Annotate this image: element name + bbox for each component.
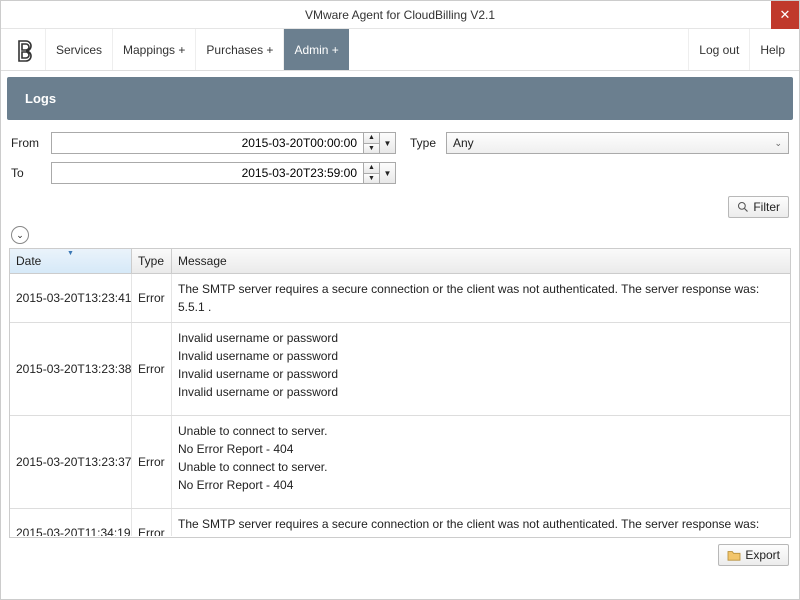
- col-header-type[interactable]: Type: [132, 249, 172, 273]
- menu-right-1[interactable]: Help: [749, 29, 795, 70]
- table-row[interactable]: 2015-03-20T13:23:38ErrorInvalid username…: [10, 323, 790, 416]
- to-datetime: ▲ ▼ ▼: [51, 162, 396, 184]
- cell-message: The SMTP server requires a secure connec…: [172, 509, 790, 536]
- section-header: Logs: [7, 77, 793, 120]
- cell-date: 2015-03-20T11:34:19: [10, 509, 132, 536]
- spinner-down-icon[interactable]: ▼: [364, 144, 379, 154]
- type-label: Type: [410, 136, 446, 150]
- chevron-down-icon: ⌄: [16, 230, 24, 241]
- type-select[interactable]: Any ⌄: [446, 132, 789, 154]
- section-title: Logs: [25, 91, 56, 106]
- chevron-down-icon: ▼: [384, 169, 392, 178]
- cell-type: Error: [132, 274, 172, 322]
- chevron-down-icon: ⌄: [774, 138, 782, 149]
- type-value: Any: [453, 136, 474, 150]
- from-dropdown[interactable]: ▼: [380, 132, 396, 154]
- table-row[interactable]: 2015-03-20T11:34:19ErrorThe SMTP server …: [10, 509, 790, 536]
- cell-message: Invalid username or password Invalid use…: [172, 323, 790, 415]
- menu-item-1[interactable]: Mappings +: [112, 29, 195, 70]
- menu-item-2[interactable]: Purchases +: [195, 29, 283, 70]
- table-row[interactable]: 2015-03-20T13:23:41ErrorThe SMTP server …: [10, 274, 790, 323]
- filter-actions: Filter: [1, 192, 799, 224]
- close-button[interactable]: ✕: [771, 1, 799, 29]
- from-label: From: [11, 136, 51, 150]
- collapse-toggle[interactable]: ⌄: [11, 226, 29, 244]
- table-header: ▼ Date Type Message: [10, 249, 790, 274]
- menu-right-0[interactable]: Log out: [688, 29, 749, 70]
- cell-message: Unable to connect to server. No Error Re…: [172, 416, 790, 508]
- to-dropdown[interactable]: ▼: [380, 162, 396, 184]
- logo-icon: [13, 38, 37, 62]
- to-spinner[interactable]: ▲ ▼: [364, 162, 380, 184]
- spinner-up-icon[interactable]: ▲: [364, 163, 379, 174]
- col-header-date[interactable]: ▼ Date: [10, 249, 132, 273]
- spinner-up-icon[interactable]: ▲: [364, 133, 379, 144]
- menu-items: ServicesMappings +Purchases +Admin +: [45, 29, 349, 70]
- col-header-message[interactable]: Message: [172, 249, 790, 273]
- menubar: ServicesMappings +Purchases +Admin + Log…: [1, 29, 799, 71]
- filter-button-label: Filter: [753, 200, 780, 214]
- to-label: To: [11, 166, 51, 180]
- cell-date: 2015-03-20T13:23:37: [10, 416, 132, 508]
- footer: Export: [1, 538, 799, 572]
- cell-date: 2015-03-20T13:23:41: [10, 274, 132, 322]
- table-body[interactable]: 2015-03-20T13:23:41ErrorThe SMTP server …: [10, 274, 790, 536]
- filter-row-to: To ▲ ▼ ▼: [11, 162, 789, 184]
- table-row[interactable]: 2015-03-20T13:23:37ErrorUnable to connec…: [10, 416, 790, 509]
- menu-item-0[interactable]: Services: [45, 29, 112, 70]
- chevron-down-icon: ▼: [384, 139, 392, 148]
- cell-type: Error: [132, 416, 172, 508]
- filter-row-from: From ▲ ▼ ▼ Type Any ⌄: [11, 132, 789, 154]
- filter-button[interactable]: Filter: [728, 196, 789, 218]
- sort-indicator-icon: ▼: [67, 250, 74, 257]
- cell-type: Error: [132, 323, 172, 415]
- from-datetime: ▲ ▼ ▼: [51, 132, 396, 154]
- cell-type: Error: [132, 509, 172, 536]
- app-logo: [5, 29, 45, 70]
- titlebar: VMware Agent for CloudBilling V2.1 ✕: [1, 1, 799, 29]
- window-title: VMware Agent for CloudBilling V2.1: [305, 8, 495, 22]
- export-button[interactable]: Export: [718, 544, 789, 566]
- from-input[interactable]: [51, 132, 364, 154]
- search-icon: [737, 201, 749, 213]
- from-spinner[interactable]: ▲ ▼: [364, 132, 380, 154]
- menu-item-3[interactable]: Admin +: [283, 29, 348, 70]
- to-input[interactable]: [51, 162, 364, 184]
- spinner-down-icon[interactable]: ▼: [364, 174, 379, 184]
- folder-icon: [727, 549, 741, 561]
- filters-panel: From ▲ ▼ ▼ Type Any ⌄ To ▲ ▼ ▼: [1, 126, 799, 184]
- export-button-label: Export: [745, 548, 780, 562]
- logs-table: ▼ Date Type Message 2015-03-20T13:23:41E…: [9, 248, 791, 538]
- cell-message: The SMTP server requires a secure connec…: [172, 274, 790, 322]
- menu-right: Log outHelp: [688, 29, 795, 70]
- close-icon: ✕: [780, 7, 791, 23]
- cell-date: 2015-03-20T13:23:38: [10, 323, 132, 415]
